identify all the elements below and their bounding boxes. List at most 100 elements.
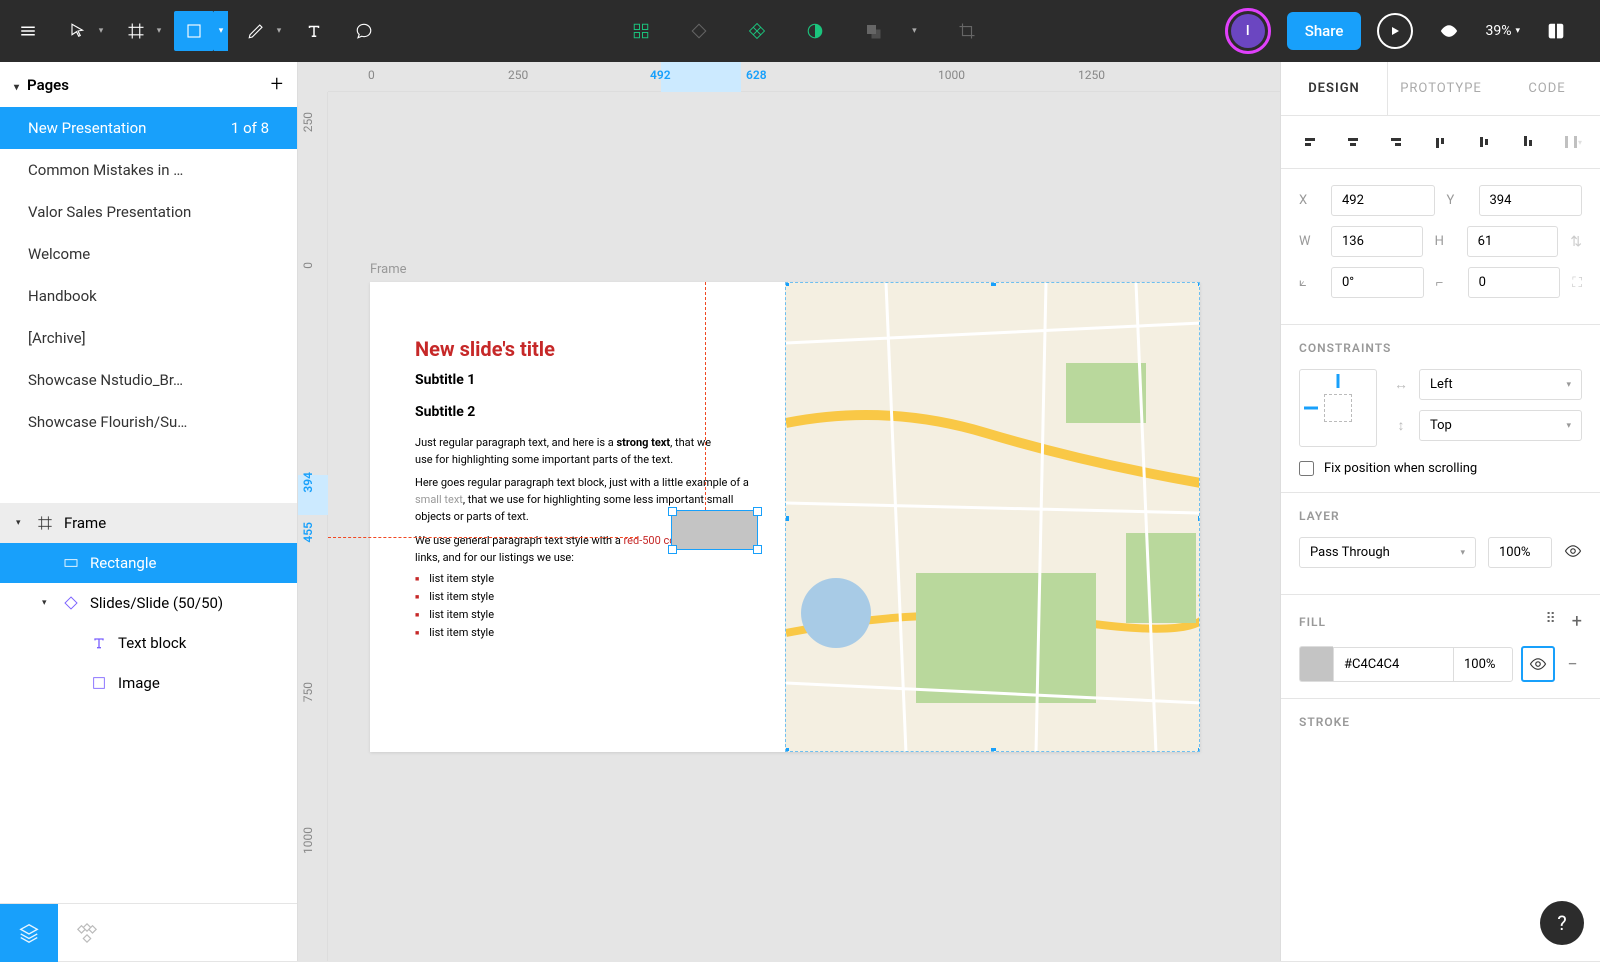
menu-icon[interactable] xyxy=(8,11,48,51)
layer-item[interactable]: ▾Frame xyxy=(0,503,297,543)
add-page-icon[interactable]: + xyxy=(271,72,283,97)
page-item[interactable]: Showcase Nstudio_Br… xyxy=(0,359,297,401)
rotation-icon: ⟀ xyxy=(1299,275,1319,290)
present-icon[interactable] xyxy=(1377,13,1413,49)
page-item[interactable]: Welcome xyxy=(0,233,297,275)
page-item[interactable]: Handbook xyxy=(0,275,297,317)
page-item[interactable]: Valor Sales Presentation xyxy=(0,191,297,233)
top-toolbar: ▾ ▾ ▾ ▾ ▾ I Share 39%▾ xyxy=(0,0,1600,62)
frame-label[interactable]: Frame xyxy=(370,262,407,277)
align-vcenter-icon[interactable] xyxy=(1474,132,1494,152)
shape-tool-icon[interactable] xyxy=(174,11,214,51)
horizontal-constraint-icon: ↔ xyxy=(1393,376,1409,393)
layer-opacity-input[interactable] xyxy=(1488,537,1552,568)
align-top-icon[interactable] xyxy=(1430,132,1450,152)
layer-item[interactable]: Text block xyxy=(0,623,297,663)
w-input[interactable] xyxy=(1331,226,1423,257)
frame-tool-icon[interactable] xyxy=(116,11,156,51)
fill-visibility-icon[interactable] xyxy=(1521,646,1555,682)
tab-design[interactable]: DESIGN xyxy=(1281,62,1388,115)
vertical-constraint-icon: ↕ xyxy=(1393,417,1409,434)
fill-swatch[interactable] xyxy=(1299,646,1333,682)
page-item[interactable]: New Presentation1 of 8 xyxy=(0,107,297,149)
pages-header[interactable]: ▾Pages + xyxy=(0,62,297,107)
layer-visibility-icon[interactable] xyxy=(1564,542,1582,564)
x-input[interactable] xyxy=(1331,185,1435,216)
constraint-widget[interactable] xyxy=(1299,369,1377,447)
radius-icon: ⌐ xyxy=(1436,275,1456,291)
page-item[interactable]: Showcase Flourish/Su… xyxy=(0,401,297,443)
blend-mode-dropdown[interactable]: Pass Through▾ xyxy=(1299,537,1476,568)
boolean-caret[interactable]: ▾ xyxy=(907,26,921,36)
slide-list: list item style list item style list item … xyxy=(415,572,494,644)
view-icon[interactable] xyxy=(1429,11,1469,51)
slide-title: New slide's title xyxy=(415,337,555,361)
list-item: list item style xyxy=(415,608,494,621)
pen-tool-caret[interactable]: ▾ xyxy=(272,26,286,36)
assets-tab-icon[interactable] xyxy=(58,904,116,962)
fill-hex-input[interactable] xyxy=(1333,647,1453,682)
right-panel: DESIGN PROTOTYPE CODE ▾ X Y W H xyxy=(1280,62,1600,961)
page-item[interactable]: [Archive] xyxy=(0,317,297,359)
create-component-icon[interactable] xyxy=(737,11,777,51)
frame-tool-caret[interactable]: ▾ xyxy=(152,26,166,36)
layers-tab-icon[interactable] xyxy=(0,904,58,962)
layer-item[interactable]: Rectangle xyxy=(0,543,297,583)
help-button[interactable]: ? xyxy=(1540,901,1584,945)
component-icon xyxy=(62,594,80,612)
page-item[interactable]: Common Mistakes in … xyxy=(0,149,297,191)
align-hcenter-icon[interactable] xyxy=(1343,132,1363,152)
rect-outline-icon xyxy=(90,674,108,692)
zoom-dropdown[interactable]: 39%▾ xyxy=(1485,23,1520,39)
union-icon[interactable] xyxy=(853,11,893,51)
horizontal-ruler: 0 250 492 628 1000 1250 xyxy=(328,62,1280,92)
fill-opacity-input[interactable] xyxy=(1453,647,1513,682)
y-input[interactable] xyxy=(1479,185,1583,216)
h-input[interactable] xyxy=(1467,226,1559,257)
crop-icon[interactable] xyxy=(947,11,987,51)
list-item: list item style xyxy=(415,572,494,585)
left-panel: ▾Pages + New Presentation1 of 8Common Mi… xyxy=(0,62,298,961)
tab-prototype[interactable]: PROTOTYPE xyxy=(1388,62,1494,115)
selected-rectangle[interactable] xyxy=(672,511,757,549)
component-group-icon[interactable] xyxy=(621,11,661,51)
artboard-frame[interactable]: New slide's title Subtitle 1 Subtitle 2 … xyxy=(370,282,1200,752)
share-button[interactable]: Share xyxy=(1287,12,1362,50)
frame-icon xyxy=(36,514,54,532)
fill-styles-icon[interactable]: ⠿ xyxy=(1546,611,1556,632)
vertical-ruler: 250 0 394 455 750 1000 xyxy=(298,92,328,961)
user-avatar[interactable]: I xyxy=(1225,8,1271,54)
shape-tool-caret[interactable]: ▾ xyxy=(214,11,228,51)
rotation-input[interactable] xyxy=(1331,267,1424,298)
distribute-icon[interactable]: ▾ xyxy=(1562,132,1582,152)
slide-image xyxy=(785,282,1200,752)
move-tool-icon[interactable] xyxy=(58,11,98,51)
layer-item[interactable]: Image xyxy=(0,663,297,703)
constraint-h-dropdown[interactable]: Left▾ xyxy=(1419,369,1582,400)
move-tool-caret[interactable]: ▾ xyxy=(94,26,108,36)
constraint-v-dropdown[interactable]: Top▾ xyxy=(1419,410,1582,441)
align-left-icon[interactable] xyxy=(1299,132,1319,152)
slide-subtitle-2: Subtitle 2 xyxy=(415,404,475,420)
radius-input[interactable] xyxy=(1468,267,1561,298)
mask-icon[interactable] xyxy=(795,11,835,51)
align-bottom-icon[interactable] xyxy=(1518,132,1538,152)
layer-item[interactable]: ▾Slides/Slide (50/50) xyxy=(0,583,297,623)
slide-subtitle-1: Subtitle 1 xyxy=(415,372,475,388)
fix-position-checkbox[interactable]: Fix position when scrolling xyxy=(1299,461,1582,476)
comment-tool-icon[interactable] xyxy=(344,11,384,51)
reset-instance-icon[interactable] xyxy=(679,11,719,51)
link-wh-icon[interactable]: ⇅ xyxy=(1570,234,1582,250)
text-tool-icon[interactable] xyxy=(294,11,334,51)
tab-code[interactable]: CODE xyxy=(1494,62,1600,115)
list-item: list item style xyxy=(415,626,494,639)
text-icon xyxy=(90,634,108,652)
canvas[interactable]: 0 250 492 628 1000 1250 250 0 394 455 75… xyxy=(298,62,1280,961)
remove-fill-icon[interactable]: − xyxy=(1563,654,1582,675)
rect-icon xyxy=(62,554,80,572)
library-icon[interactable] xyxy=(1536,11,1576,51)
pen-tool-icon[interactable] xyxy=(236,11,276,51)
align-right-icon[interactable] xyxy=(1387,132,1407,152)
independent-corners-icon[interactable]: ⛶ xyxy=(1572,275,1582,291)
add-fill-icon[interactable]: + xyxy=(1572,611,1582,632)
